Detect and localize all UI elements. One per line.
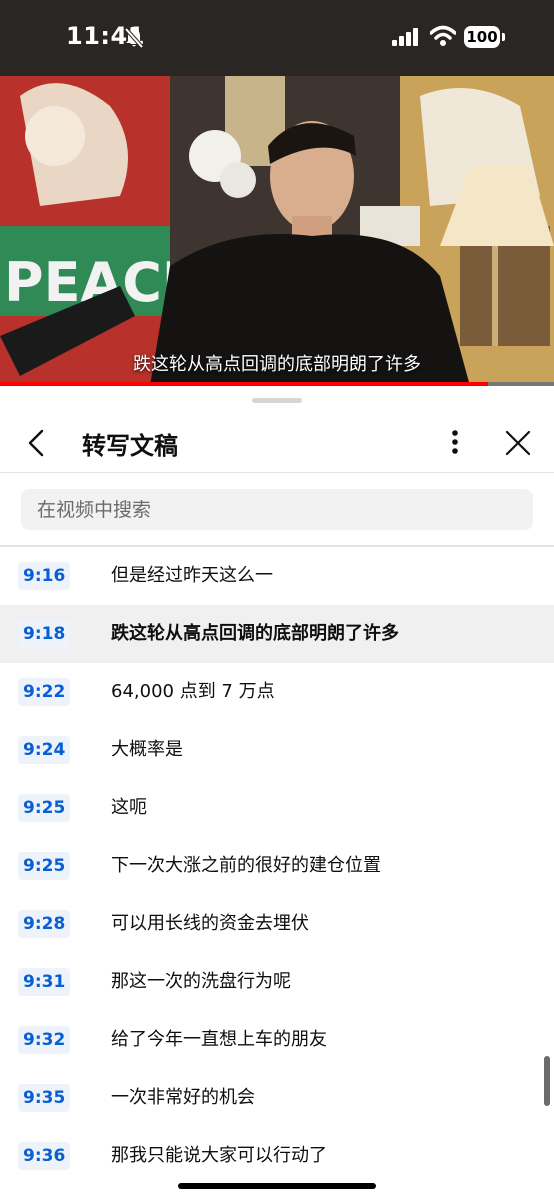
video-subtitle: 跌这轮从高点回调的底部明朗了许多 [133, 354, 421, 375]
video-player[interactable]: PEACE 跌这轮从高点回调的底部明朗了许多 [0, 76, 554, 386]
back-button[interactable] [24, 428, 52, 458]
drag-handle[interactable] [252, 398, 302, 403]
transcript-timestamp[interactable]: 9:36 [18, 1142, 71, 1170]
transcript-row[interactable]: 9:36 那我只能说大家可以行动了 [0, 1127, 554, 1185]
transcript-list: 9:16 但是经过昨天这么一 9:18 跌这轮从高点回调的底部明朗了许多 9:22 64,… [0, 547, 554, 1185]
battery-cap [502, 33, 505, 41]
transcript-text: 那我只能说大家可以行动了 [111, 1145, 327, 1166]
panel-title: 转写文稿 [82, 432, 178, 460]
transcript-timestamp[interactable]: 9:25 [18, 852, 71, 880]
transcript-row[interactable]: 9:25 下一次大涨之前的很好的建仓位置 [0, 837, 554, 895]
transcript-panel: 转写文稿 9:16但是经过昨天这么一9:18跌这轮从高点回调的底部明朗了许多9:… [0, 388, 554, 1200]
transcript-row[interactable]: 9:28 可以用长线的资金去埋伏 [0, 895, 554, 953]
video-progress-fill [0, 382, 488, 386]
cellular-signal-icon [392, 28, 420, 50]
transcript-row[interactable]: 9:31 那这一次的洗盘行为呢 [0, 953, 554, 1011]
transcript-text: 这呃 [111, 797, 147, 818]
transcript-row[interactable]: 9:25 这呃 [0, 779, 554, 837]
battery-icon: 100 [464, 26, 500, 48]
transcript-timestamp[interactable]: 9:32 [18, 1026, 71, 1054]
status-bar: 11:41 100 [0, 0, 554, 76]
transcript-text: 但是经过昨天这么一 [111, 565, 273, 586]
search-input[interactable] [21, 489, 533, 530]
transcript-text: 给了今年一直想上车的朋友 [111, 1029, 327, 1050]
transcript-text: 那这一次的洗盘行为呢 [111, 971, 291, 992]
header-divider [0, 472, 554, 473]
transcript-text: 下一次大涨之前的很好的建仓位置 [111, 855, 381, 876]
transcript-row[interactable]: 9:32 给了今年一直想上车的朋友 [0, 1011, 554, 1069]
transcript-timestamp[interactable]: 9:24 [18, 736, 71, 764]
transcript-row[interactable]: 9:22 64,000 点到 7 万点 [0, 663, 554, 721]
bell-slash-icon [124, 27, 144, 53]
transcript-text: 跌这轮从高点回调的底部明朗了许多 [111, 623, 399, 644]
transcript-timestamp[interactable]: 9:18 [18, 620, 71, 648]
transcript-text: 64,000 点到 7 万点 [111, 681, 275, 702]
transcript-text: 一次非常好的机会 [111, 1087, 255, 1108]
transcript-text: 大概率是 [111, 739, 183, 760]
more-vert-icon [452, 430, 458, 454]
video-frame: PEACE [0, 76, 554, 386]
transcript-timestamp[interactable]: 9:25 [18, 794, 71, 822]
transcript-timestamp[interactable]: 9:22 [18, 678, 71, 706]
home-indicator [178, 1183, 376, 1189]
transcript-timestamp[interactable]: 9:31 [18, 968, 71, 996]
chevron-left-icon [28, 429, 44, 457]
transcript-timestamp[interactable]: 9:16 [18, 562, 71, 590]
close-button[interactable] [504, 428, 532, 458]
transcript-row[interactable]: 9:18 跌这轮从高点回调的底部明朗了许多 [0, 605, 554, 663]
close-icon [505, 430, 531, 456]
scrollbar[interactable] [544, 1056, 550, 1106]
transcript-text: 可以用长线的资金去埋伏 [111, 913, 309, 934]
more-options-button[interactable] [444, 428, 466, 458]
transcript-row[interactable]: 9:16 但是经过昨天这么一 [0, 547, 554, 605]
transcript-timestamp[interactable]: 9:28 [18, 910, 71, 938]
wifi-icon [429, 25, 457, 51]
transcript-row[interactable]: 9:35 一次非常好的机会 [0, 1069, 554, 1127]
transcript-row[interactable]: 9:24 大概率是 [0, 721, 554, 779]
transcript-timestamp[interactable]: 9:35 [18, 1084, 71, 1112]
video-progress-bar[interactable] [0, 382, 554, 386]
